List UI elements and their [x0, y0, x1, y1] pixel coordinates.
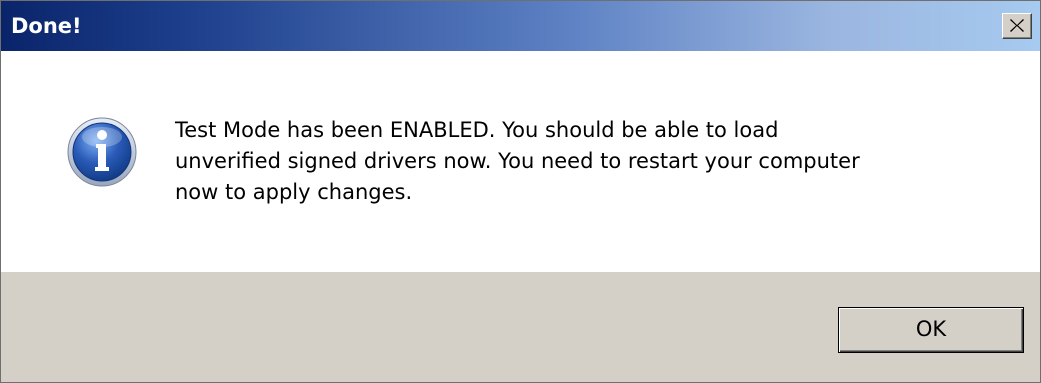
title-bar[interactable]: Done!: [1, 1, 1040, 51]
information-icon: [67, 117, 137, 187]
dialog-title: Done!: [11, 14, 82, 38]
dialog-content: Test Mode has been ENABLED. You should b…: [1, 51, 1040, 272]
button-bar: OK: [1, 272, 1040, 382]
dialog-message: Test Mode has been ENABLED. You should b…: [175, 115, 995, 208]
message-line: unverified signed drivers now. You need …: [175, 149, 860, 173]
message-line: Test Mode has been ENABLED. You should b…: [175, 118, 779, 142]
close-button[interactable]: [1002, 13, 1032, 39]
message-dialog: Done! Test Mode has been ENABLED. You sh…: [0, 0, 1041, 383]
message-line: now to apply changes.: [175, 180, 413, 204]
close-icon: [1010, 19, 1024, 32]
ok-button[interactable]: OK: [838, 307, 1024, 353]
